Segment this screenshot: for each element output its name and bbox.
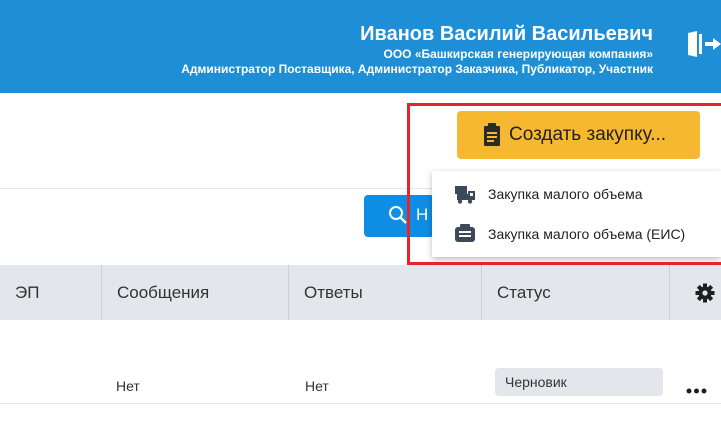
user-roles: Администратор Поставщика, Администратор … bbox=[181, 62, 653, 76]
column-header-label: ЭП bbox=[15, 283, 40, 302]
column-header-messages[interactable]: Сообщения bbox=[101, 265, 288, 320]
gear-icon[interactable] bbox=[695, 283, 715, 303]
column-header-answers[interactable]: Ответы bbox=[288, 265, 481, 320]
logout-button[interactable] bbox=[685, 30, 721, 58]
truck-box-icon bbox=[455, 186, 475, 204]
logout-door-icon bbox=[688, 31, 721, 57]
answers-cell: Нет bbox=[305, 378, 329, 394]
search-button-label: Н bbox=[416, 205, 429, 224]
column-header-label: Сообщения bbox=[117, 283, 210, 302]
user-organization: ООО «Башкирская генерирующая компания» bbox=[383, 47, 653, 61]
menu-item-small-volume-eis[interactable]: Закупка малого объема (ЕИС) bbox=[432, 214, 721, 254]
messages-cell: Нет bbox=[116, 378, 140, 394]
eis-register-icon bbox=[455, 224, 475, 242]
more-dots-icon[interactable] bbox=[684, 378, 714, 396]
app-header: Иванов Василий Васильевич ООО «Башкирска… bbox=[0, 0, 721, 93]
column-header-status[interactable]: Статус bbox=[481, 265, 669, 320]
user-info: Иванов Василий Васильевич ООО «Башкирска… bbox=[181, 22, 653, 77]
create-purchase-button[interactable]: Создать закупку... bbox=[457, 111, 700, 159]
clipboard-icon bbox=[484, 123, 500, 146]
menu-item-label: Закупка малого объема bbox=[488, 186, 643, 202]
search-button[interactable]: Н bbox=[364, 195, 434, 237]
menu-item-small-volume[interactable]: Закупка малого объема bbox=[432, 174, 721, 214]
create-purchase-menu: Закупка малого объема Закупка малого объ… bbox=[432, 171, 721, 257]
create-purchase-label: Создать закупку... bbox=[509, 124, 667, 145]
table-header: ЭП Сообщения Ответы Статус bbox=[0, 265, 721, 320]
search-icon bbox=[389, 206, 407, 224]
column-header-label: Статус bbox=[497, 283, 551, 302]
menu-item-label: Закупка малого объема (ЕИС) bbox=[488, 226, 686, 242]
column-header-label: Ответы bbox=[304, 283, 363, 302]
user-name: Иванов Василий Васильевич bbox=[360, 23, 653, 45]
column-header-ep[interactable]: ЭП bbox=[0, 265, 101, 320]
status-badge: Черновик bbox=[495, 368, 663, 396]
